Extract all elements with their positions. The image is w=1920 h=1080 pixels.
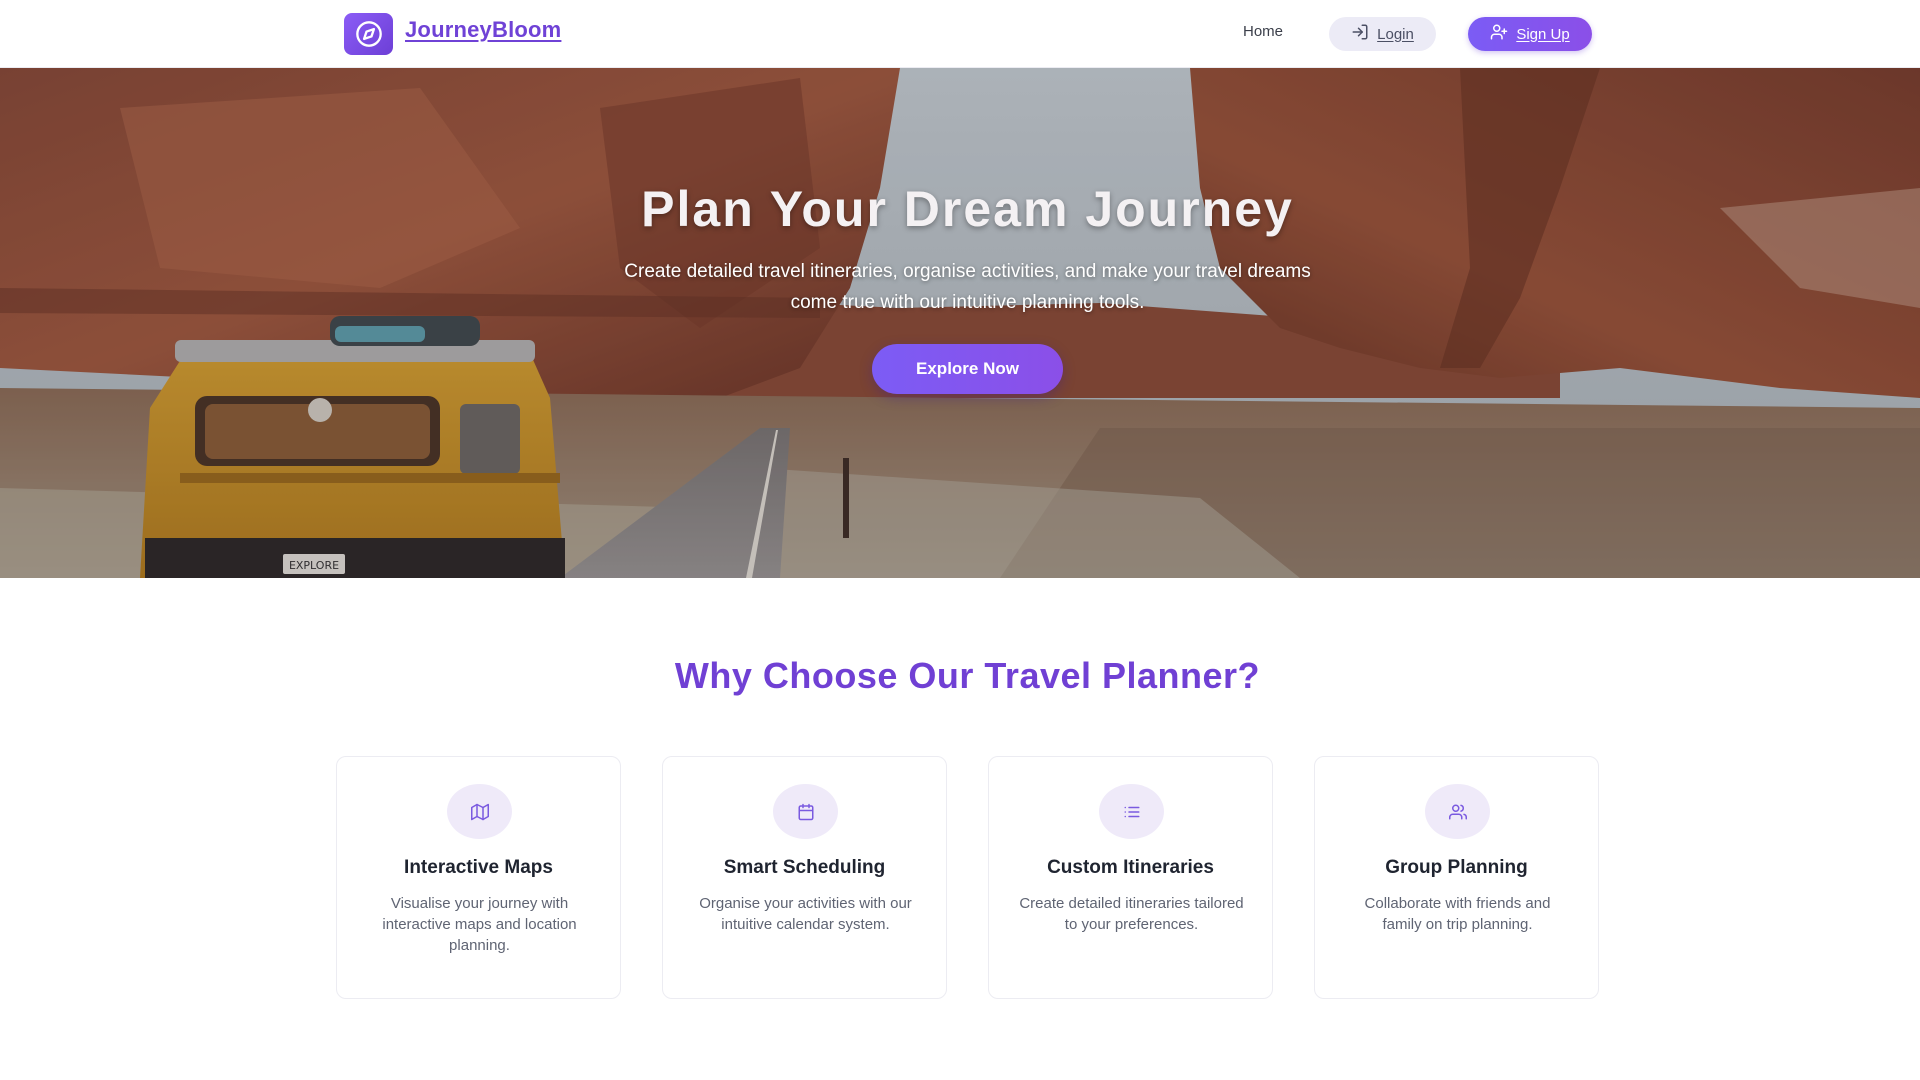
feature-description: Visualise your journey with interactive … xyxy=(382,895,577,954)
hero-subtitle: Create detailed travel itineraries, orga… xyxy=(624,261,1311,313)
user-plus-icon xyxy=(1490,23,1508,45)
users-icon xyxy=(1425,784,1490,839)
signup-label: Sign Up xyxy=(1516,25,1570,43)
compass-icon xyxy=(344,13,393,55)
signup-button[interactable]: Sign Up xyxy=(1468,17,1592,51)
map-icon xyxy=(447,784,512,839)
nav-home-link[interactable]: Home xyxy=(1243,23,1283,40)
feature-card-custom-itineraries: Custom Itineraries Create detailed itine… xyxy=(988,756,1273,999)
brand-link[interactable]: JourneyBloom xyxy=(344,13,561,55)
feature-description: Organise your activities with our intuit… xyxy=(699,895,912,933)
feature-card-group-planning: Group Planning Collaborate with friends … xyxy=(1314,756,1599,999)
calendar-icon xyxy=(773,784,838,839)
feature-title: Smart Scheduling xyxy=(723,857,886,878)
login-icon xyxy=(1351,23,1369,45)
feature-title: Interactive Maps xyxy=(404,857,553,878)
feature-title: Custom Itineraries xyxy=(1047,857,1214,878)
login-button[interactable]: Login xyxy=(1329,17,1436,51)
hero-section: EXPLORE Plan Your Dream Journey Create d… xyxy=(0,68,1920,578)
feature-card-interactive-maps: Interactive Maps Visualise your journey … xyxy=(336,756,621,999)
login-label: Login xyxy=(1377,25,1414,43)
features-title: Why Choose Our Travel Planner? xyxy=(674,655,1261,696)
top-navigation: JourneyBloom Home Login Sign Up xyxy=(0,0,1920,68)
feature-title: Group Planning xyxy=(1385,857,1528,878)
explore-now-button[interactable]: Explore Now xyxy=(872,344,1063,394)
list-icon xyxy=(1099,784,1164,839)
feature-card-smart-scheduling: Smart Scheduling Organise your activitie… xyxy=(662,756,947,999)
hero-title: Plan Your Dream Journey xyxy=(641,181,1294,237)
feature-description: Create detailed itineraries tailored to … xyxy=(1019,895,1244,933)
feature-description: Collaborate with friends and family on t… xyxy=(1364,895,1551,933)
hero-overlay xyxy=(0,68,1920,578)
brand-name[interactable]: JourneyBloom xyxy=(405,17,561,43)
